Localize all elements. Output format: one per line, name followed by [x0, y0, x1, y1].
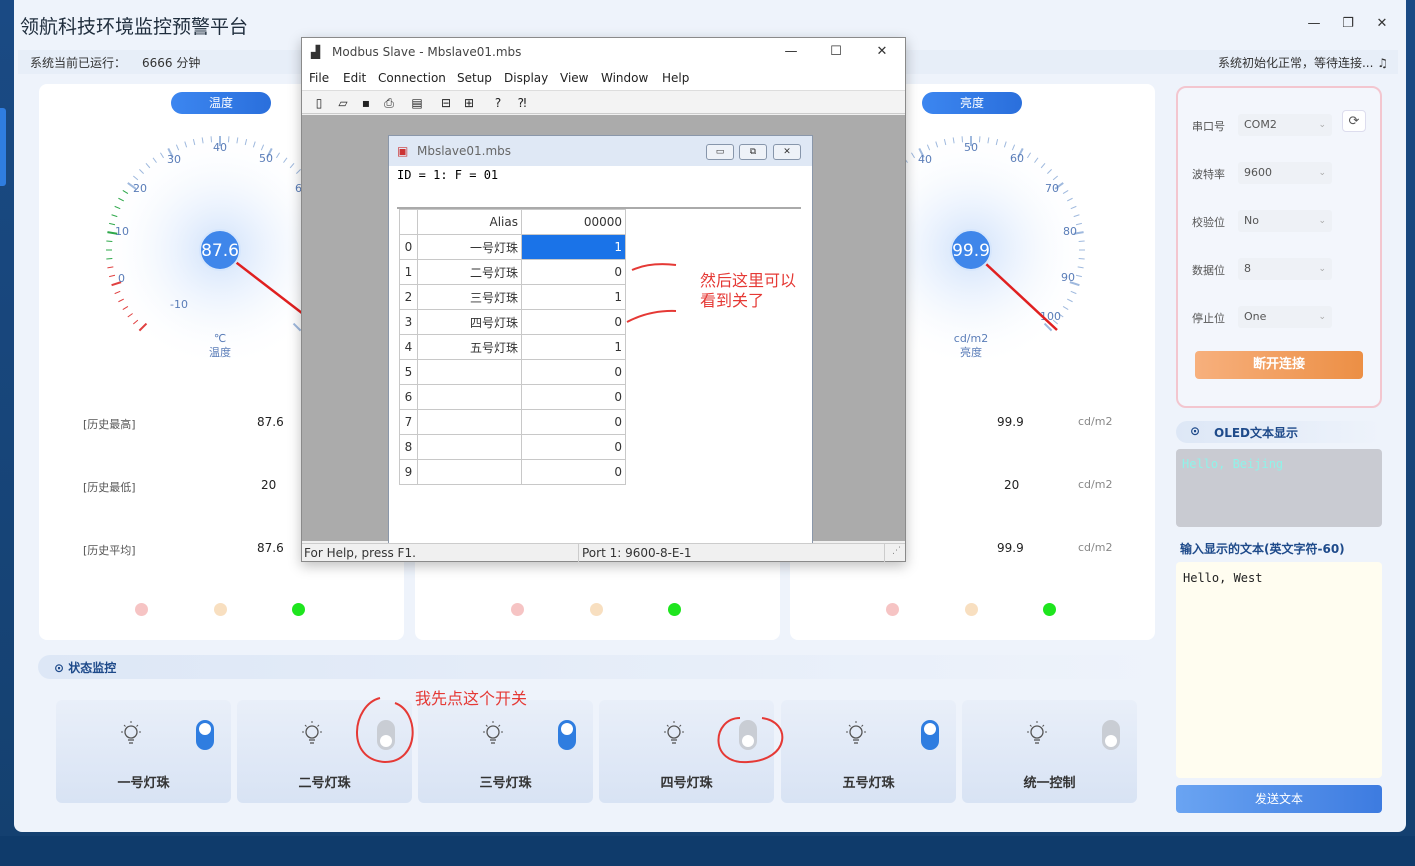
annotation-layer [356, 263, 784, 764]
annotation-line: 然后这里可以 [700, 271, 797, 290]
annotation-circle [356, 697, 414, 764]
annotation-line: 看到关了 [700, 291, 765, 310]
annotation-note-2: 我先点这个开关 [415, 689, 528, 708]
annotation-note-1: 然后这里可以 看到关了 [700, 271, 796, 311]
annotation-stroke [626, 309, 677, 323]
annotation-circle [717, 717, 784, 764]
annotation-stroke [631, 263, 677, 271]
